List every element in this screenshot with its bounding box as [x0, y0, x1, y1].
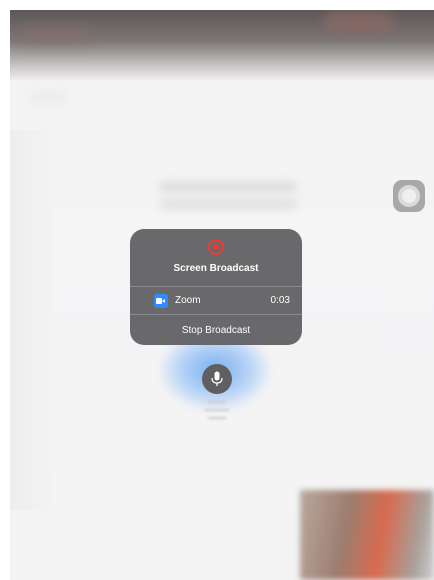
blurred-video-thumbnail: [300, 490, 434, 580]
screen-broadcast-popup: Screen Broadcast Zoom 0:03 Stop Broadcas…: [130, 229, 302, 345]
assistive-touch-ring-inner: [402, 189, 416, 203]
blurred-text-line: [160, 200, 298, 208]
microphone-icon: [211, 371, 223, 386]
blurred-header: [10, 10, 434, 80]
popup-title: Screen Broadcast: [173, 263, 259, 274]
app-name: Zoom: [175, 295, 201, 306]
blurred-text-line: [30, 94, 66, 100]
screen: Screen Broadcast Zoom 0:03 Stop Broadcas…: [0, 0, 434, 580]
blurred-text-line: [158, 182, 298, 192]
record-icon: [208, 239, 224, 255]
microphone-button[interactable]: [202, 364, 232, 394]
blurred-header-left-accent: [20, 26, 90, 42]
microphone-label-blurred: ▬▬▬ ▬▬▬▬ ▬▬▬: [205, 399, 229, 421]
zoom-icon: [154, 294, 168, 308]
broadcast-app-row[interactable]: Zoom 0:03: [130, 287, 302, 314]
blurred-header-accent: [324, 12, 394, 32]
elapsed-time: 0:03: [270, 295, 290, 306]
stop-broadcast-button[interactable]: Stop Broadcast: [130, 315, 302, 345]
assistive-touch-icon[interactable]: [393, 180, 425, 212]
blurred-side-panel: [10, 130, 52, 510]
